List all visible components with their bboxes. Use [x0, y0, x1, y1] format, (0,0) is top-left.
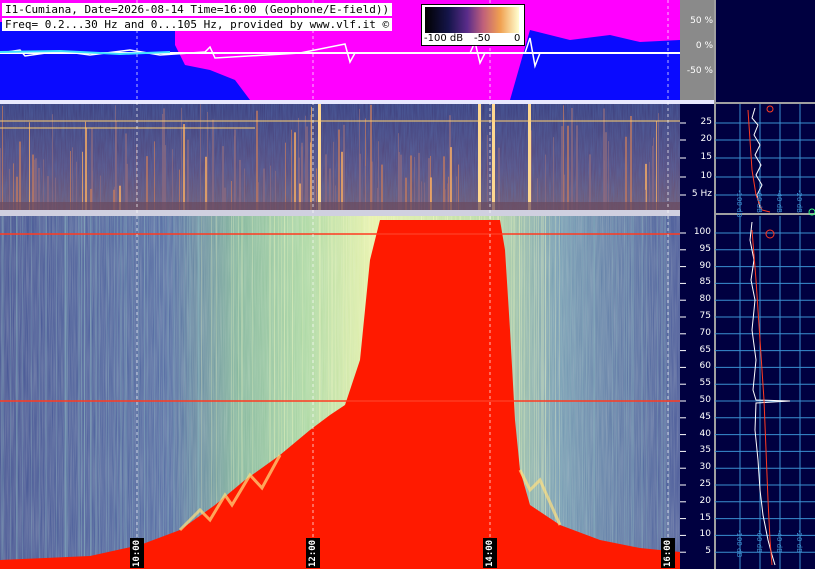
spectrum-db-label: -60 dB [755, 190, 763, 213]
vlf-frequency-tick: 80 [699, 294, 711, 305]
vlf-frequency-tick: 75 [699, 311, 711, 321]
vlf-spectrogram [0, 216, 715, 569]
spectrum-db-label: -100 dB [735, 190, 743, 218]
vlf-frequency-tick: 45 [699, 411, 711, 422]
frequency-range-label: Freq= 0.2...30 Hz and 0...105 Hz, provid… [2, 18, 393, 31]
spectrum-db-label: -60 dB [755, 530, 763, 553]
vlf-frequency-tick: 30 [699, 462, 711, 473]
legend-max-label: 0 [514, 33, 521, 44]
spectrum-db-label: -20 dB [795, 530, 803, 553]
db-color-legend: -100 dB -50 0 [421, 4, 525, 46]
elf-frequency-tick: 15 [700, 152, 712, 162]
vlf-frequency-tick: 10 [699, 529, 711, 540]
vlf-frequency-tick: 60 [699, 361, 711, 372]
waveform-scale-label: -50 % [686, 66, 713, 76]
vlf-frequency-tick: 20 [699, 495, 711, 506]
spectrum-db-label: -20 dB [795, 190, 803, 213]
vlf-frequency-tick: 95 [699, 243, 711, 254]
elf-frequency-tick: 20 [700, 134, 712, 144]
spectrum-db-label: -40 dB [775, 530, 783, 553]
vlf-frequency-tick: 5 [705, 546, 711, 557]
time-label: 12:00 [306, 538, 320, 568]
spectrum-db-label: -40 dB [775, 190, 783, 213]
vlf-frequency-tick: 85 [699, 277, 711, 288]
vlf-frequency-tick: 25 [699, 479, 711, 489]
legend-mid-label: -50 [474, 33, 491, 44]
vlf-frequency-tick: 100 [693, 227, 711, 237]
time-label: 10:00 [130, 538, 144, 568]
time-label: 16:00 [661, 538, 675, 568]
legend-min-label: -100 dB [424, 33, 464, 44]
vlf-frequency-tick: 90 [699, 260, 711, 271]
vlf-frequency-tick: 50 [699, 395, 711, 405]
vlf-frequency-tick: 55 [699, 378, 711, 389]
waveform-scale-label: 0 % [695, 41, 713, 51]
waveform-scale-label: 50 % [690, 16, 713, 26]
vlf-monitor-display: I1-Cumiana, Date=2026-08-14 Time=16:00 (… [0, 0, 815, 569]
elf-frequency-tick: 25 [700, 117, 712, 127]
spectrum-side-panel [714, 0, 815, 569]
vlf-frequency-tick: 35 [699, 445, 711, 456]
time-label: 14:00 [483, 538, 497, 568]
elf-spectrogram [0, 104, 715, 216]
station-title: I1-Cumiana, Date=2026-08-14 Time=16:00 (… [2, 3, 393, 16]
vlf-frequency-tick: 70 [699, 327, 711, 338]
elf-frequency-tick: 5 Hz [691, 189, 712, 199]
vlf-frequency-tick: 40 [699, 428, 711, 439]
vlf-frequency-tick: 15 [699, 512, 711, 523]
elf-frequency-tick: 10 [700, 171, 712, 181]
vlf-frequency-tick: 65 [699, 344, 711, 355]
spectrogram-canvas [0, 0, 815, 569]
db-gradient-bar [425, 7, 519, 33]
spectrum-db-label: -100 dB [735, 530, 743, 558]
